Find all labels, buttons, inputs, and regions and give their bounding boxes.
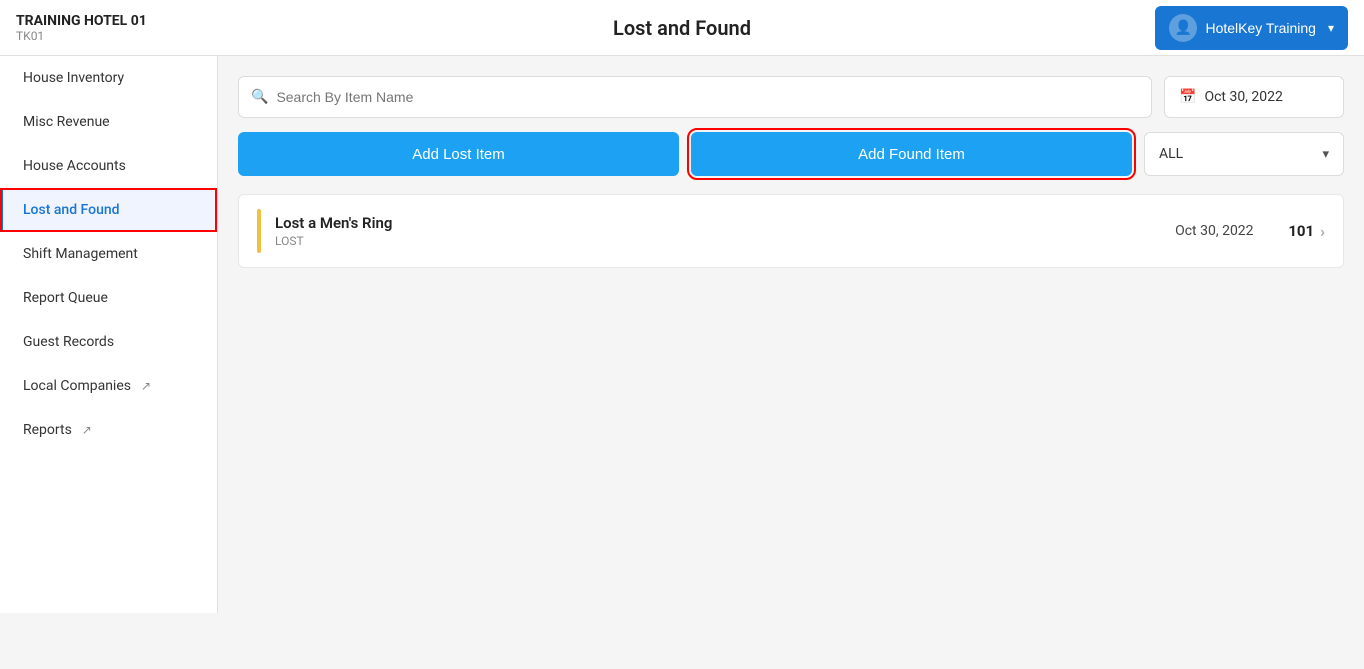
room-number: 101	[1288, 222, 1314, 240]
main-content: 🔍 📅 Oct 30, 2022 Add Lost Item Add Found…	[218, 56, 1364, 613]
calendar-icon: 📅	[1179, 89, 1196, 105]
item-date: Oct 30, 2022	[1154, 223, 1274, 239]
top-header: TRAINING HOTEL 01 TK01 Lost and Found 👤 …	[0, 0, 1364, 56]
sidebar-item-label: Shift Management	[23, 246, 138, 262]
sidebar-item-label: Guest Records	[23, 334, 114, 350]
item-info: Lost a Men's Ring LOST	[275, 214, 1140, 248]
external-link-icon: ↗	[82, 423, 92, 437]
sidebar-item-label: Report Queue	[23, 290, 108, 306]
sidebar-item-label: Reports	[23, 422, 72, 438]
item-status: LOST	[275, 234, 1140, 248]
sidebar-item-shift-management[interactable]: Shift Management	[0, 232, 217, 276]
lost-found-list: Lost a Men's Ring LOST Oct 30, 2022 101 …	[238, 194, 1344, 268]
chevron-down-icon: ▾	[1322, 147, 1329, 162]
sidebar-item-label: House Accounts	[23, 158, 126, 174]
item-room: 101 ›	[1288, 222, 1325, 241]
status-indicator	[257, 209, 261, 253]
sidebar-item-report-queue[interactable]: Report Queue	[0, 276, 217, 320]
user-label: HotelKey Training	[1205, 20, 1316, 36]
sidebar-item-reports[interactable]: Reports ↗	[0, 408, 217, 452]
sidebar-item-local-companies[interactable]: Local Companies ↗	[0, 364, 217, 408]
filter-dropdown[interactable]: ALL ▾	[1144, 132, 1344, 176]
hotel-info: TRAINING HOTEL 01 TK01	[16, 13, 147, 43]
hotel-name: TRAINING HOTEL 01	[16, 13, 147, 29]
date-value: Oct 30, 2022	[1204, 89, 1282, 105]
date-picker[interactable]: 📅 Oct 30, 2022	[1164, 76, 1344, 118]
page-title: Lost and Found	[613, 16, 751, 40]
search-date-row: 🔍 📅 Oct 30, 2022	[238, 76, 1344, 118]
sidebar-item-guest-records[interactable]: Guest Records	[0, 320, 217, 364]
search-icon: 🔍	[251, 89, 268, 105]
sidebar-item-label: Lost and Found	[23, 202, 120, 218]
search-box[interactable]: 🔍	[238, 76, 1152, 118]
user-menu-button[interactable]: 👤 HotelKey Training ▾	[1155, 6, 1348, 50]
table-row[interactable]: Lost a Men's Ring LOST Oct 30, 2022 101 …	[238, 194, 1344, 268]
chevron-down-icon: ▾	[1328, 21, 1334, 35]
action-buttons-row: Add Lost Item Add Found Item ALL ▾	[238, 132, 1344, 176]
sidebar-item-house-accounts[interactable]: House Accounts	[0, 144, 217, 188]
sidebar-item-label: Misc Revenue	[23, 114, 110, 130]
sidebar-item-house-inventory[interactable]: House Inventory	[0, 56, 217, 100]
sidebar-item-lost-and-found[interactable]: Lost and Found	[0, 188, 217, 232]
sidebar: House Inventory Misc Revenue House Accou…	[0, 56, 218, 613]
search-input[interactable]	[276, 89, 1139, 105]
add-lost-item-button[interactable]: Add Lost Item	[238, 132, 679, 176]
add-found-item-button[interactable]: Add Found Item	[691, 132, 1132, 176]
hotel-code: TK01	[16, 29, 147, 43]
user-avatar-icon: 👤	[1169, 14, 1197, 42]
external-link-icon: ↗	[141, 379, 151, 393]
app-layout: House Inventory Misc Revenue House Accou…	[0, 56, 1364, 613]
sidebar-item-label: Local Companies	[23, 378, 131, 394]
sidebar-item-label: House Inventory	[23, 70, 124, 86]
chevron-right-icon: ›	[1320, 222, 1325, 241]
item-title: Lost a Men's Ring	[275, 214, 1140, 232]
filter-value: ALL	[1159, 146, 1183, 162]
sidebar-item-misc-revenue[interactable]: Misc Revenue	[0, 100, 217, 144]
